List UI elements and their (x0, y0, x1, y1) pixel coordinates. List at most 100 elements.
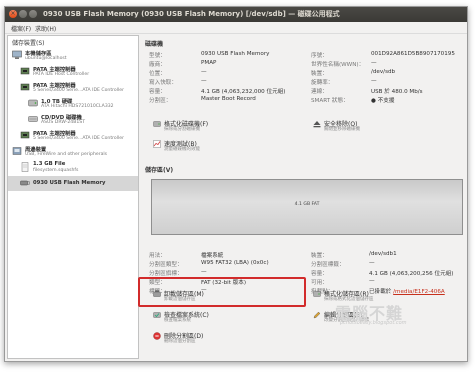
device-detail: ATA Hitachi HDS721010CLA332 (41, 104, 114, 109)
benchmark-icon (153, 140, 161, 148)
main-panel: 磁碟機 型號： 0930 USB Flash Memory 廠商： PMAP 位… (143, 37, 465, 359)
drive-rotation-label: 旋轉率： (311, 80, 334, 86)
volume-partition-label-value: — (369, 260, 375, 266)
volume-partition-type-value: W95 FAT32 (LBA) (0x0c) (201, 260, 269, 266)
drive-connection-label: 連線： (311, 89, 328, 95)
format-drive-button[interactable]: 格式化磁碟機(F) 抹除或分割磁碟機 (153, 119, 273, 133)
watermark-url: pcnotsoeasy.blogspot.com (340, 320, 407, 326)
menu-help[interactable]: 求助(H) (35, 24, 56, 33)
drive-location-label: 位置： (149, 71, 166, 77)
volume-capacity-label: 容量： (311, 271, 328, 277)
optical-drive-icon (28, 116, 38, 122)
drive-rotation-value: — (371, 78, 377, 84)
check-filesystem-icon (153, 312, 161, 318)
drive-write-cache-label: 寫入快取： (149, 80, 177, 86)
controller-chip-icon (20, 83, 30, 91)
sidebar-item-local-storage[interactable]: 本機儲存區 ubuntu@localhost (8, 48, 138, 63)
check-filesystem-button[interactable]: 檢查檔案系統(C) 檢查檔案系統 (153, 310, 303, 324)
drive-model-label: 型號： (149, 53, 166, 59)
window-title: 0930 USB Flash Memory (0930 USB Flash Me… (43, 10, 340, 18)
sidebar-item-usb-flash-selected[interactable]: 0930 USB Flash Memory (8, 176, 138, 191)
drive-info-left: 型號： 0930 USB Flash Memory 廠商： PMAP 位置： —… (149, 51, 309, 111)
sidebar-item-hard-disk[interactable]: 1.0 TB 硬碟 ATA Hitachi HDS721010CLA332 (8, 96, 138, 111)
volumes-section-title: 儲存區(V) (145, 167, 174, 174)
delete-partition-desc: 刪除這個分割區 (164, 339, 196, 344)
volume-partition-flags-value: — (201, 269, 207, 275)
title-bar: × 0930 USB Flash Memory (0930 USB Flash … (5, 7, 467, 22)
sidebar-title: 儲存裝置(S) (12, 40, 45, 47)
usb-drive-icon (20, 180, 30, 186)
format-drive-icon (153, 121, 161, 127)
drive-vendor-label: 廠商： (149, 62, 166, 68)
volume-device-value: /dev/sdb1 (369, 251, 397, 257)
device-detail: ASUS DRW-24B1ST (41, 120, 85, 125)
edit-pencil-icon (313, 311, 321, 319)
computer-icon (12, 50, 22, 59)
device-name: 0930 USB Flash Memory (33, 180, 106, 186)
volume-available-value: — (369, 278, 375, 284)
drive-info-right: 序號： 001D92A861D5B8907170195 世界性名稱(WWN)： … (311, 51, 465, 111)
drive-write-cache-value: — (201, 78, 207, 84)
drive-connection-value: USB 於 480.0 Mb/s (371, 89, 423, 95)
partition-label: 4.1 GB FAT (294, 202, 320, 207)
device-detail: PATA IDE Host Controller (33, 72, 90, 77)
device-detail: ubuntu@localhost (25, 56, 67, 61)
eject-icon (313, 121, 321, 128)
safe-remove-button[interactable]: 安全移除(O) 關閉並移除磁碟機 (313, 119, 433, 133)
menu-bar: 檔案(F) 求助(H) (5, 22, 467, 34)
drive-location-value: — (201, 69, 207, 75)
drive-capacity-value: 4.1 GB (4,063,232,000 位元組) (201, 89, 286, 95)
partition-map-bar[interactable]: 4.1 GB FAT (151, 179, 463, 235)
peripherals-icon (12, 147, 22, 155)
volume-available-label: 可用： (311, 280, 328, 286)
drive-wwn-label: 世界性名稱(WWN)： (311, 62, 365, 68)
minimize-window-button[interactable] (19, 10, 27, 18)
check-filesystem-desc: 檢查檔案系統 (164, 318, 191, 323)
smart-status-dot-icon: ● (371, 98, 376, 104)
format-drive-desc: 抹除或分割磁碟機 (164, 127, 200, 132)
volume-device-label: 裝置： (311, 253, 328, 259)
sidebar-item-peripherals[interactable]: 周邊裝置 USB, FireWire and other peripherals (8, 144, 138, 159)
device-detail: filesystem.squashfs (33, 168, 79, 173)
controller-chip-icon (20, 131, 30, 139)
volume-partition-type-label: 分割區類型： (149, 262, 183, 268)
delete-icon (153, 332, 161, 340)
safe-remove-desc: 關閉並移除磁碟機 (324, 127, 360, 132)
volume-partition-label-label: 分割區標籤： (311, 262, 345, 268)
drive-smart-value: ● 不支援 (371, 96, 394, 104)
volume-usage-value: 檔案系統 (201, 253, 224, 259)
device-detail: USB, FireWire and other peripherals (25, 152, 108, 157)
menu-file[interactable]: 檔案(F) (11, 24, 31, 33)
volume-partition-flags-label: 分割區旗標： (149, 271, 183, 277)
drive-serial-label: 序號： (311, 53, 328, 59)
drive-vendor-value: PMAP (201, 60, 217, 66)
sidebar-item-pata-controller-2[interactable]: PATA 主端控制器 5 Series/3400 Serie...ATA IDE… (8, 80, 138, 95)
drive-partitioning-label: 分割區： (149, 98, 172, 104)
format-volume-icon (313, 291, 321, 297)
drive-smart-label: SMART 狀態： (311, 98, 349, 104)
hard-disk-icon (28, 99, 38, 107)
highlight-annotation-box (138, 277, 306, 307)
device-detail: 5 Series/3400 Serie...ATA IDE Controller (33, 136, 125, 141)
sidebar-item-pata-controller-1[interactable]: PATA 主端控制器 PATA IDE Host Controller (8, 64, 138, 79)
maximize-window-button[interactable] (29, 10, 37, 18)
drive-capacity-label: 容量： (149, 89, 166, 95)
benchmark-button[interactable]: 速度測試(B) 測量磁碟機的效能 (153, 139, 273, 153)
close-window-button[interactable]: × (9, 10, 17, 18)
sidebar-item-pata-controller-3[interactable]: PATA 主端控制器 5 Series/3400 Serie...ATA IDE… (8, 128, 138, 143)
drive-wwn-value: — (371, 60, 377, 66)
device-detail: 5 Series/3400 Serie...ATA IDE Controller (33, 88, 125, 93)
volume-usage-label: 用法： (149, 253, 166, 259)
benchmark-desc: 測量磁碟機的效能 (164, 147, 200, 152)
sidebar-item-optical-drive[interactable]: CD/DVD 磁碟機 ASUS DRW-24B1ST (8, 112, 138, 127)
volume-capacity-value: 4.1 GB (4,063,200,256 位元組) (369, 271, 454, 277)
disk-image-icon (21, 162, 29, 172)
drive-serial-value: 001D92A861D5B8907170195 (371, 51, 455, 57)
smart-status-text: 不支援 (377, 98, 395, 104)
storage-devices-sidebar: 儲存裝置(S) 本機儲存區 ubuntu@localhost PATA 主端控制… (7, 35, 139, 359)
delete-partition-button[interactable]: 刪除分割區(D) 刪除這個分割區 (153, 331, 303, 345)
device-name: 1.3 GB File (33, 161, 66, 167)
drive-device-value: /dev/sdb (371, 69, 396, 75)
drive-model-value: 0930 USB Flash Memory (201, 51, 270, 57)
sidebar-item-file-image[interactable]: 1.3 GB File filesystem.squashfs (8, 160, 138, 175)
